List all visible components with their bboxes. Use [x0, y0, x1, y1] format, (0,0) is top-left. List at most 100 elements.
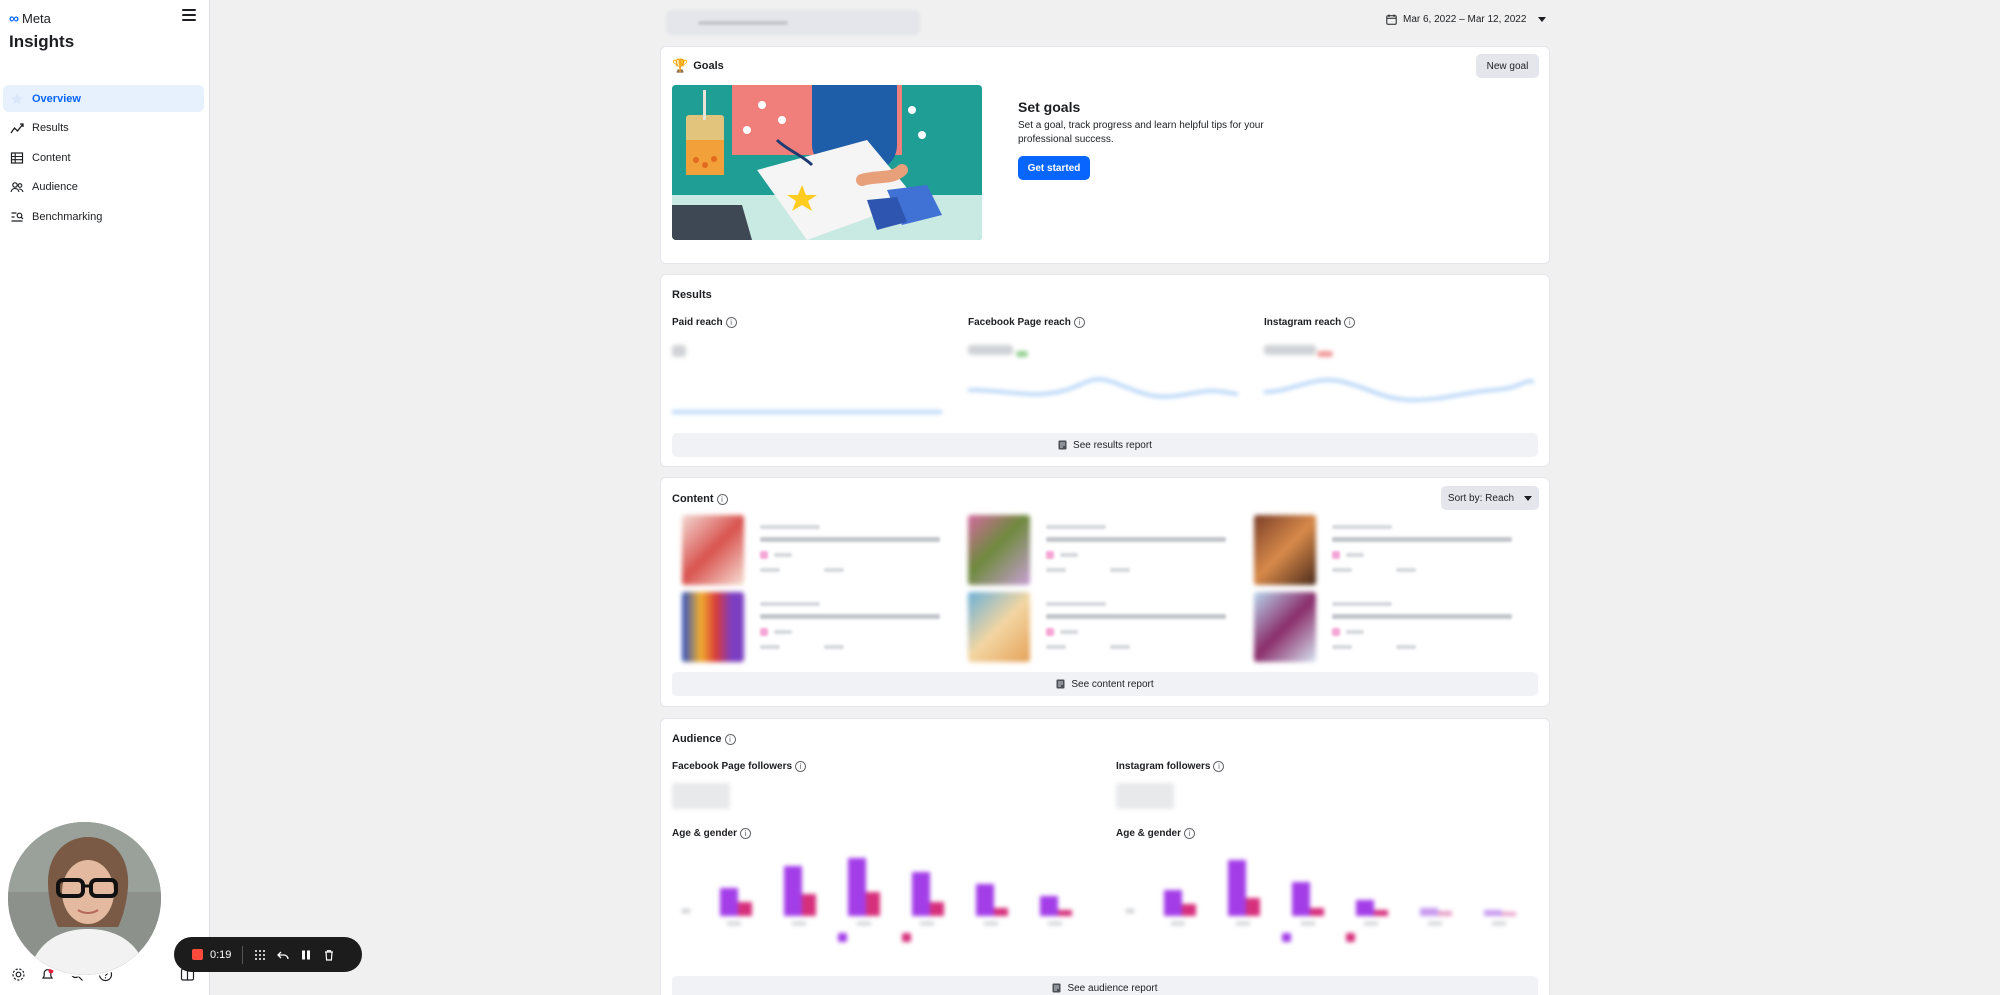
paid-reach-value — [672, 345, 686, 357]
chevron-down-icon — [1538, 17, 1547, 22]
content-title: Content i — [672, 493, 728, 505]
audience-title: Audience i — [672, 733, 736, 745]
report-label: See content report — [1071, 678, 1154, 690]
facebook-followers-label: Facebook Page followers i — [672, 761, 807, 773]
content-post-item[interactable] — [1244, 515, 1524, 585]
brand-name: Meta — [21, 10, 51, 26]
facebook-reach-value — [968, 345, 1013, 355]
ig-age-gender-label: Age & gender i — [1116, 828, 1196, 840]
info-icon[interactable]: i — [740, 828, 752, 839]
facebook-page-reach-label: Facebook Page reach i — [968, 317, 1085, 328]
content-post-item[interactable] — [958, 515, 1238, 585]
info-icon[interactable]: i — [725, 317, 737, 328]
goals-card: 🏆 Goals New goal Set goals Set a goal, t… — [660, 46, 1550, 264]
fb-age-gender-label: Age & gender i — [672, 828, 752, 840]
people-icon — [10, 182, 24, 193]
report-label: See audience report — [1067, 982, 1158, 994]
metric-label-text: Facebook Page reach — [968, 317, 1071, 329]
settings-icon[interactable] — [11, 967, 26, 982]
content-card: Content i Sort by: Reach See content repo… — [660, 477, 1550, 707]
recording-timer: 0:19 — [210, 948, 232, 961]
metric-label-text: Age & gender — [1116, 828, 1182, 840]
metric-label-text: Facebook Page followers — [672, 761, 793, 773]
pause-icon[interactable] — [300, 949, 312, 961]
get-started-button[interactable]: Get started — [1018, 156, 1090, 180]
report-label: See results report — [1073, 439, 1152, 451]
goals-illustration — [672, 85, 982, 240]
sidebar-item-label: Benchmarking — [32, 210, 103, 223]
info-icon[interactable]: i — [1344, 317, 1356, 328]
sidebar-item-content[interactable]: Content — [3, 144, 204, 171]
sidebar-item-label: Audience — [32, 181, 78, 193]
audience-title-text: Audience — [672, 733, 722, 745]
undo-icon[interactable] — [277, 949, 290, 961]
metric-label-text: Instagram reach — [1264, 317, 1342, 329]
date-range-picker[interactable]: Mar 6, 2022 – Mar 12, 2022 — [1386, 14, 1547, 25]
ig-age-gender-chart — [1126, 860, 1516, 942]
fb-age-gender-chart — [682, 858, 1072, 942]
content-post-item[interactable] — [672, 515, 952, 585]
benchmark-icon — [11, 211, 24, 222]
new-goal-button[interactable]: New goal — [1476, 54, 1539, 78]
info-icon[interactable]: i — [1184, 828, 1196, 839]
instagram-reach-change — [1317, 351, 1333, 357]
trash-icon[interactable] — [323, 949, 335, 961]
instagram-reach-sparkline — [1264, 378, 1534, 402]
set-goals-heading: Set goals — [1018, 99, 1081, 115]
content-post-item[interactable] — [1244, 592, 1524, 662]
sidebar-item-audience[interactable]: Audience — [3, 174, 204, 201]
metric-label-text: Age & gender — [672, 828, 738, 840]
meta-logo[interactable]: ∞ Meta — [9, 10, 51, 26]
star-icon — [11, 92, 23, 104]
content-post-item[interactable] — [958, 592, 1238, 662]
trophy-icon: 🏆 — [672, 58, 689, 73]
account-switcher[interactable] — [666, 10, 920, 35]
instagram-reach-value — [1264, 345, 1316, 355]
grid-dots-icon[interactable] — [254, 949, 266, 961]
report-icon — [1056, 679, 1065, 689]
audience-card: Audience i Facebook Page followers i Insta… — [660, 718, 1550, 995]
app-title: Insights — [9, 32, 75, 51]
info-icon[interactable]: i — [1213, 761, 1225, 772]
instagram-followers-label: Instagram followers i — [1116, 761, 1225, 773]
paid-reach-label: Paid reach i — [672, 317, 737, 328]
metric-label-text: Paid reach — [672, 317, 723, 329]
sidebar-nav: Overview Results Content Audience Benchm… — [3, 85, 204, 233]
webcam-bubble[interactable] — [6, 820, 163, 977]
report-icon — [1052, 983, 1061, 993]
sidebar-item-results[interactable]: Results — [3, 115, 204, 142]
set-goals-description: Set a goal, track progress and learn hel… — [1018, 120, 1264, 145]
see-audience-report-button[interactable]: See audience report — [672, 976, 1538, 995]
facebook-reach-change — [1016, 351, 1028, 357]
sidebar-item-label: Content — [32, 151, 71, 164]
content-title-text: Content — [672, 493, 714, 505]
sidebar-item-label: Overview — [32, 92, 81, 105]
goals-title: Goals — [693, 60, 724, 72]
sidebar-item-label: Results — [32, 122, 69, 134]
divider — [242, 945, 244, 964]
stop-recording-button[interactable] — [192, 949, 203, 960]
chevron-down-icon — [1524, 495, 1533, 501]
info-icon[interactable]: i — [1073, 317, 1085, 328]
report-icon — [1058, 440, 1067, 450]
sort-label: Sort by: Reach — [1447, 492, 1515, 504]
content-post-item[interactable] — [672, 592, 952, 662]
sidebar-item-benchmarking[interactable]: Benchmarking — [3, 203, 204, 230]
info-icon[interactable]: i — [716, 493, 728, 505]
recording-controls: 0:19 — [174, 937, 362, 972]
menu-icon[interactable] — [182, 9, 196, 23]
results-title: Results — [672, 289, 712, 301]
table-icon — [10, 151, 24, 164]
sort-by-dropdown[interactable]: Sort by: Reach — [1441, 486, 1539, 510]
paid-reach-sparkline — [672, 410, 942, 414]
info-icon[interactable]: i — [724, 733, 736, 745]
results-card: Results Paid reach i Facebook Page reach i… — [660, 274, 1550, 467]
see-results-report-button[interactable]: See results report — [672, 433, 1538, 457]
info-icon[interactable]: i — [795, 761, 807, 772]
sidebar-item-overview[interactable]: Overview — [3, 85, 204, 112]
date-range-label: Mar 6, 2022 – Mar 12, 2022 — [1403, 14, 1527, 25]
metric-label-text: Instagram followers — [1116, 761, 1211, 773]
see-content-report-button[interactable]: See content report — [672, 672, 1538, 696]
facebook-reach-sparkline — [968, 377, 1238, 399]
calendar-icon — [1386, 14, 1397, 25]
